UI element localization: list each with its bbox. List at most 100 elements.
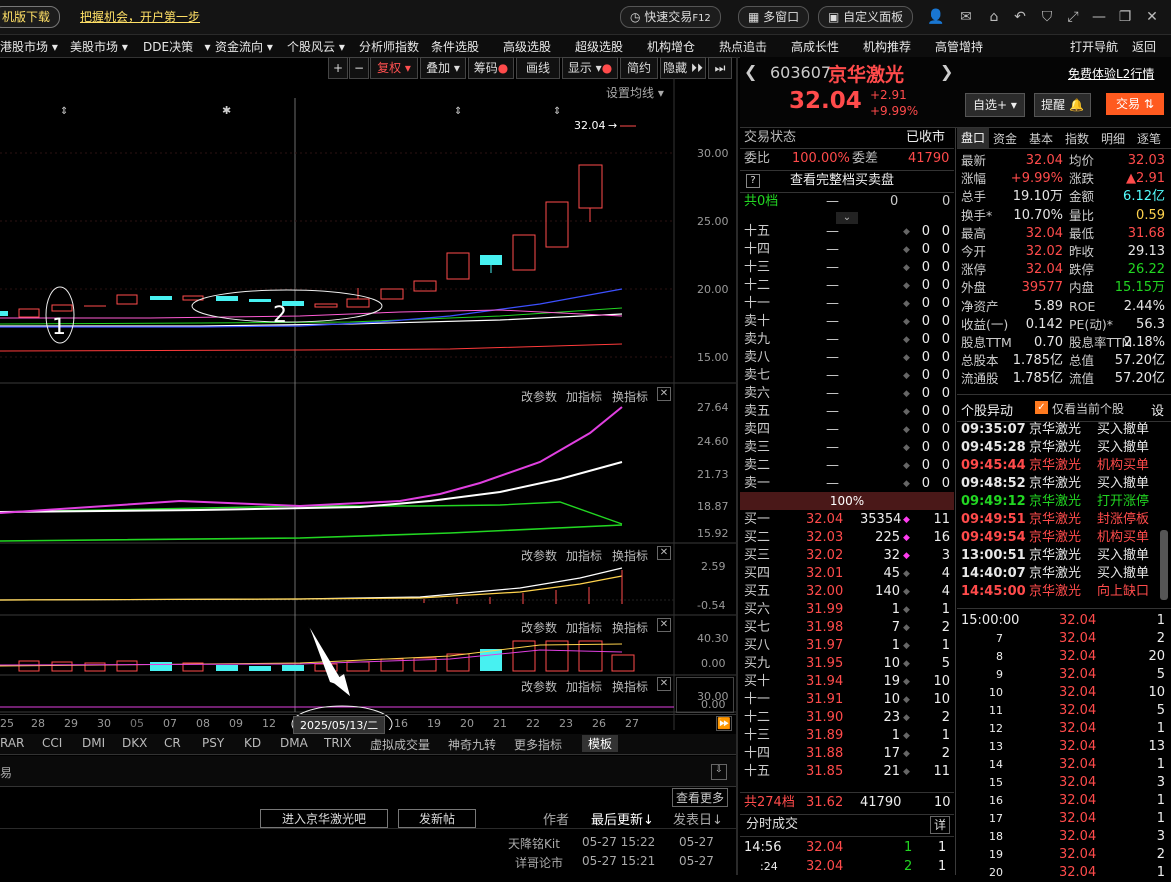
close-icon[interactable]: ✕ [1143, 8, 1161, 26]
ask-price[interactable]: — [826, 421, 839, 439]
tab-detail[interactable]: 明细 [1101, 130, 1125, 147]
bid-price[interactable]: 31.94 [806, 673, 843, 691]
fuquan-button[interactable]: 复权 ▾ [370, 57, 418, 79]
ask-price[interactable]: — [826, 439, 839, 457]
close-panel-icon[interactable]: ✕ [657, 618, 671, 632]
chouma-button[interactable]: 筹码● [468, 57, 514, 79]
ask-price[interactable]: — [826, 277, 839, 295]
bid-price[interactable]: 31.91 [806, 691, 843, 709]
restore-icon[interactable]: ⤢ [1064, 8, 1082, 26]
menu-item-fund-flow[interactable]: 资金流向 ▾ [215, 38, 273, 55]
full-book-link[interactable]: 查看完整档买卖盘 [790, 172, 894, 190]
maximize-icon[interactable]: ❐ [1116, 8, 1134, 26]
anomaly-stock[interactable]: 京华激光 [1029, 475, 1081, 493]
ask-price[interactable]: — [826, 403, 839, 421]
add-indicator-button[interactable]: 加指标 [566, 678, 602, 695]
menu-item-condition[interactable]: 条件选股 [431, 38, 479, 55]
anomaly-stock[interactable]: 京华激光 [1029, 457, 1081, 475]
add-watchlist-button[interactable]: 自选+ ▾ [965, 93, 1025, 117]
splitter[interactable] [736, 57, 738, 875]
menu-item-stock-wind[interactable]: 个股风云 ▾ [287, 38, 345, 55]
minimize-icon[interactable]: — [1090, 8, 1108, 26]
tab-magic-nine[interactable]: 神奇九转 [448, 736, 496, 753]
edit-params-button[interactable]: 改参数 [521, 388, 557, 405]
bid-price[interactable]: 31.85 [806, 763, 843, 781]
switch-indicator-button[interactable]: 换指标 [612, 547, 648, 564]
close-panel-icon[interactable]: ✕ [657, 546, 671, 560]
prev-stock-icon[interactable]: ❮ [744, 62, 757, 81]
add-indicator-button[interactable]: 加指标 [566, 547, 602, 564]
view-more-button[interactable]: 查看更多 [672, 788, 729, 807]
collapse-icon[interactable]: ⌄ [836, 212, 858, 224]
ticks-detail-button[interactable]: 详 [930, 816, 950, 834]
bid-price[interactable]: 31.97 [806, 637, 843, 655]
tab-tick-by-tick[interactable]: 逐笔 [1137, 130, 1161, 147]
menu-item-advanced[interactable]: 高级选股 [503, 38, 551, 55]
diejia-button[interactable]: 叠加 ▾ [420, 57, 466, 79]
tab-virtual-volume[interactable]: 虚拟成交量 [370, 736, 430, 753]
bid-price[interactable]: 31.88 [806, 745, 843, 763]
menu-item-dde[interactable]: DDE决策 ▾ [143, 38, 211, 55]
tab-trix[interactable]: TRIX [324, 736, 351, 750]
add-indicator-button[interactable]: 加指标 [566, 619, 602, 636]
bid-price[interactable]: 31.95 [806, 655, 843, 673]
ask-price[interactable]: — [826, 223, 839, 241]
bid-price[interactable]: 31.90 [806, 709, 843, 727]
menu-item-inst-rec[interactable]: 机构推荐 [863, 38, 911, 55]
new-post-button[interactable]: 发新帖 [398, 809, 476, 828]
tab-rar[interactable]: RAR [0, 736, 24, 750]
ask-price[interactable]: — [826, 241, 839, 259]
xianshi-button[interactable]: 显示 ▾● [562, 57, 618, 79]
tab-template[interactable]: 模板 [582, 735, 619, 752]
menu-open-nav[interactable]: 打开导航 [1070, 38, 1118, 55]
ask-price[interactable]: — [826, 331, 839, 349]
anomaly-stock[interactable]: 京华激光 [1029, 529, 1081, 547]
anomaly-stock[interactable]: 京华激光 [1029, 511, 1081, 529]
enter-forum-button[interactable]: 进入京华激光吧 [260, 809, 388, 828]
menu-item-us[interactable]: 美股市场 ▾ [70, 38, 128, 55]
tab-cci[interactable]: CCI [42, 736, 62, 750]
tab-kd[interactable]: KD [244, 736, 261, 750]
edit-params-button[interactable]: 改参数 [521, 678, 557, 695]
ask-price[interactable]: — [826, 259, 839, 277]
event-marker[interactable]: ⇕ [454, 106, 462, 117]
jianyue-button[interactable]: 简约 [620, 57, 658, 79]
menu-item-inst-add[interactable]: 机构增仓 [647, 38, 695, 55]
anomaly-stock[interactable]: 京华激光 [1029, 439, 1081, 457]
tab-more[interactable]: 更多指标 [514, 736, 562, 753]
promo-link[interactable]: 把握机会，开户第一步 [80, 8, 200, 25]
custom-panel-button[interactable]: ▣ 自定义面板 [818, 6, 914, 28]
ask-price[interactable]: — [826, 367, 839, 385]
ask-price[interactable]: — [826, 313, 839, 331]
tab-dmi[interactable]: DMI [82, 736, 105, 750]
alert-button[interactable]: 提醒 🔔 [1034, 93, 1091, 117]
menu-item-growth[interactable]: 高成长性 [791, 38, 839, 55]
help-icon[interactable]: ? [746, 174, 760, 188]
zoom-in-button[interactable]: + [328, 57, 348, 79]
user-icon[interactable]: 👤 [927, 8, 945, 26]
anomaly-stock[interactable]: 京华激光 [1029, 583, 1081, 601]
switch-indicator-button[interactable]: 换指标 [612, 619, 648, 636]
trade-button[interactable]: 交易 ⇅ [1106, 93, 1164, 115]
next-stock-icon[interactable]: ❯ [940, 62, 953, 81]
download-button[interactable]: 机版下载 [0, 6, 61, 28]
yincang-button[interactable]: 隐藏 ⏵⏵ [660, 57, 706, 79]
col-updated[interactable]: 最后更新↓ [591, 809, 654, 828]
ask-price[interactable]: — [826, 295, 839, 313]
edit-params-button[interactable]: 改参数 [521, 619, 557, 636]
anomaly-stock[interactable]: 京华激光 [1029, 547, 1081, 565]
home-icon[interactable]: ⌂ [985, 8, 1003, 26]
bid-price[interactable]: 32.02 [806, 547, 843, 565]
back-icon[interactable]: ↶ [1011, 8, 1029, 26]
tab-index[interactable]: 指数 [1065, 130, 1089, 147]
menu-item-super[interactable]: 超级选股 [575, 38, 623, 55]
event-marker[interactable]: ⇕ [60, 106, 68, 117]
tab-cr[interactable]: CR [164, 736, 181, 750]
event-marker[interactable]: ✱ [222, 104, 231, 117]
menu-item-analyst[interactable]: 分析师指数 [359, 38, 419, 55]
anomaly-stock[interactable]: 京华激光 [1029, 493, 1081, 511]
tab-dma[interactable]: DMA [280, 736, 308, 750]
menu-back[interactable]: 返回 [1132, 38, 1156, 55]
anomaly-settings-button[interactable]: 设 [1151, 400, 1164, 419]
switch-indicator-button[interactable]: 换指标 [612, 678, 648, 695]
